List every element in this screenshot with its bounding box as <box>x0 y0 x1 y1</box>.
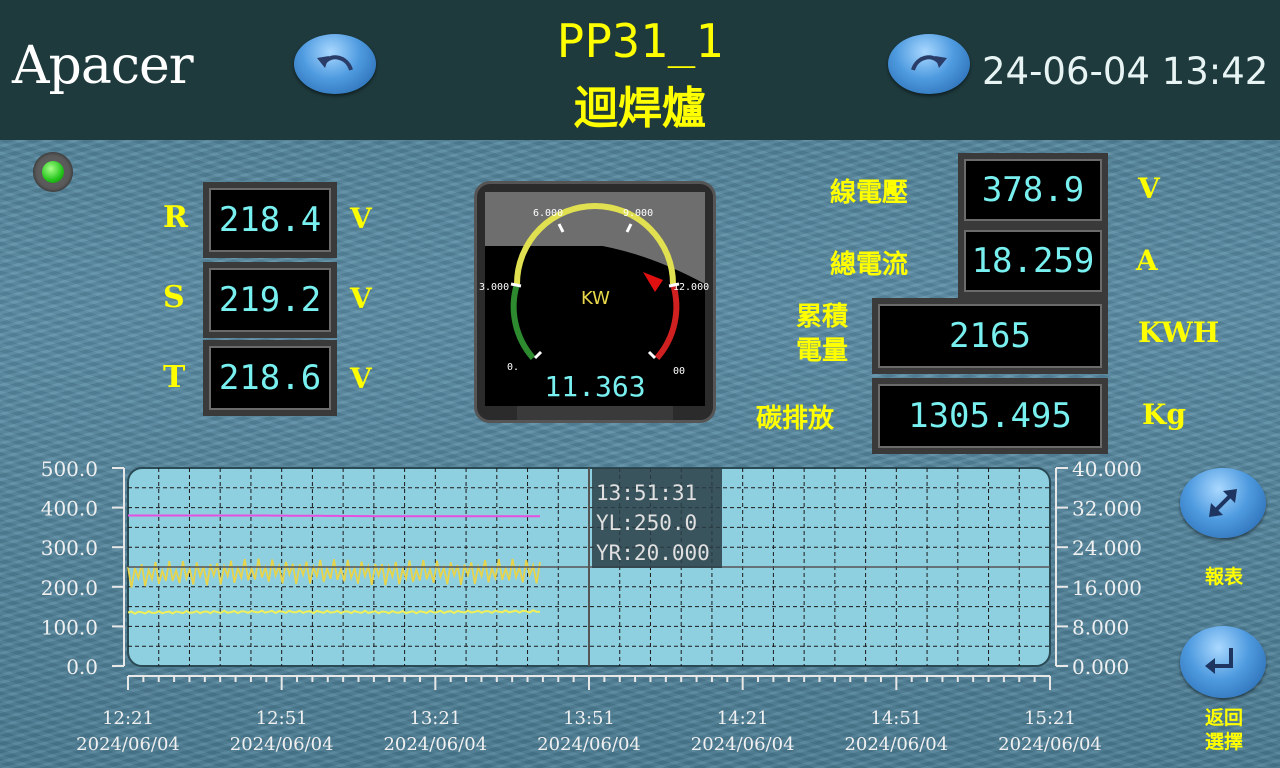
trend-chart[interactable]: 500.0 400.0 300.0 200.0 100.0 0.0 40.000 32.000… <box>0 450 1180 768</box>
phase-s-value: 219.2 <box>203 262 337 338</box>
forward-arrow-button[interactable] <box>888 34 970 94</box>
total-current-unit: A <box>1136 244 1158 277</box>
phase-s-unit: V <box>350 282 372 315</box>
phase-s-label: S <box>163 280 185 315</box>
left-axis-tick: 200.0 <box>41 576 98 600</box>
x-axis-time-tick: 14:21 <box>717 708 769 729</box>
apacer-logo: Apacer <box>12 36 194 96</box>
x-axis-time-tick: 12:51 <box>256 708 308 729</box>
x-axis-date-tick: 2024/06/04 <box>230 734 334 755</box>
right-axis-tick: 16.000 <box>1072 576 1142 600</box>
line-voltage-label: 線電壓 <box>830 178 909 208</box>
datetime-display: 24-06-04 13:42 <box>982 50 1269 93</box>
curved-back-arrow-icon <box>317 55 353 71</box>
report-label: 報表 <box>1204 566 1243 588</box>
energy-label: 累積 電量 <box>796 300 848 368</box>
x-axis-date-tick: 2024/06/04 <box>998 734 1102 755</box>
total-current-value: 18.259 <box>958 224 1108 298</box>
gauge-value: 11.363 <box>544 370 645 403</box>
trend-readout-time: 13:51:31 <box>596 481 697 505</box>
return-label: 返回 選擇 <box>1196 706 1252 754</box>
right-axis-tick: 8.000 <box>1072 615 1129 639</box>
phase-r-value: 218.4 <box>203 182 337 258</box>
back-arrow-button[interactable] <box>294 34 376 94</box>
gauge-tick-0: 0. <box>507 362 519 373</box>
x-axis-time-tick: 12:21 <box>102 708 154 729</box>
kw-gauge: 0. 3.000 6.000 9.000 12.000 00 KW 11.363 <box>474 181 716 423</box>
gauge-tick-6: 6.000 <box>533 208 563 219</box>
x-axis-date-tick: 2024/06/04 <box>383 734 487 755</box>
header-bar: Apacer PP31_1 迴焊爐 24-06-04 13:42 <box>0 0 1280 140</box>
right-axis-tick: 24.000 <box>1072 536 1142 560</box>
curved-forward-arrow-icon <box>911 55 947 71</box>
x-axis-time-tick: 14:51 <box>870 708 922 729</box>
energy-label-line1: 累積 <box>796 302 849 332</box>
x-axis-time-tick: 13:51 <box>563 708 615 729</box>
phase-t-unit: V <box>350 362 372 395</box>
right-axis-tick: 32.000 <box>1072 497 1142 521</box>
return-label-line2: 選擇 <box>1204 731 1243 753</box>
line-voltage-value: 378.9 <box>958 153 1108 227</box>
gauge-tick-end: 00 <box>673 366 685 377</box>
carbon-value: 1305.495 <box>872 378 1108 454</box>
gauge-tick-3: 3.000 <box>479 282 509 293</box>
trend-readout-yr: YR:20.000 <box>596 541 710 565</box>
x-axis-time-tick: 15:21 <box>1024 708 1076 729</box>
phase-r-label: R <box>163 200 188 235</box>
energy-label-line2: 電量 <box>796 336 849 366</box>
x-axis-date-tick: 2024/06/04 <box>691 734 795 755</box>
phase-r-unit: V <box>350 202 372 235</box>
page-title-name: 迴焊爐 <box>574 83 706 134</box>
gauge-tick-12: 12.000 <box>673 282 709 293</box>
left-axis-tick: 0.0 <box>66 655 98 679</box>
gauge-unit-label: KW <box>581 288 610 309</box>
status-led-icon <box>33 152 73 192</box>
left-axis-tick: 100.0 <box>41 615 98 639</box>
report-button[interactable] <box>1180 468 1266 538</box>
expand-arrows-icon <box>1209 489 1237 517</box>
return-label-line1: 返回 <box>1204 707 1243 729</box>
carbon-unit: Kg <box>1142 398 1186 431</box>
phase-t-value: 218.6 <box>203 340 337 416</box>
energy-value: 2165 <box>872 298 1108 374</box>
gauge-tick-9: 9.000 <box>623 208 653 219</box>
return-enter-icon <box>1205 648 1233 674</box>
x-axis-date-tick: 2024/06/04 <box>76 734 180 755</box>
trend-series-line-1 <box>128 514 540 518</box>
return-button[interactable] <box>1180 626 1266 698</box>
x-axis-date-tick: 2024/06/04 <box>537 734 641 755</box>
right-axis-tick: 0.000 <box>1072 655 1129 679</box>
left-axis-tick: 500.0 <box>41 457 98 481</box>
trend-readout-yl: YL:250.0 <box>596 511 697 535</box>
energy-unit: KWH <box>1138 316 1220 349</box>
carbon-label: 碳排放 <box>756 404 835 434</box>
total-current-label: 總電流 <box>830 250 909 280</box>
x-axis-date-tick: 2024/06/04 <box>844 734 948 755</box>
right-axis-tick: 40.000 <box>1072 457 1142 481</box>
line-voltage-unit: V <box>1138 172 1160 205</box>
left-axis-tick: 300.0 <box>41 536 98 560</box>
x-axis-time-tick: 13:21 <box>409 708 461 729</box>
phase-t-label: T <box>163 360 186 395</box>
page-title-code: PP31_1 <box>556 14 724 68</box>
left-axis-tick: 400.0 <box>41 497 98 521</box>
